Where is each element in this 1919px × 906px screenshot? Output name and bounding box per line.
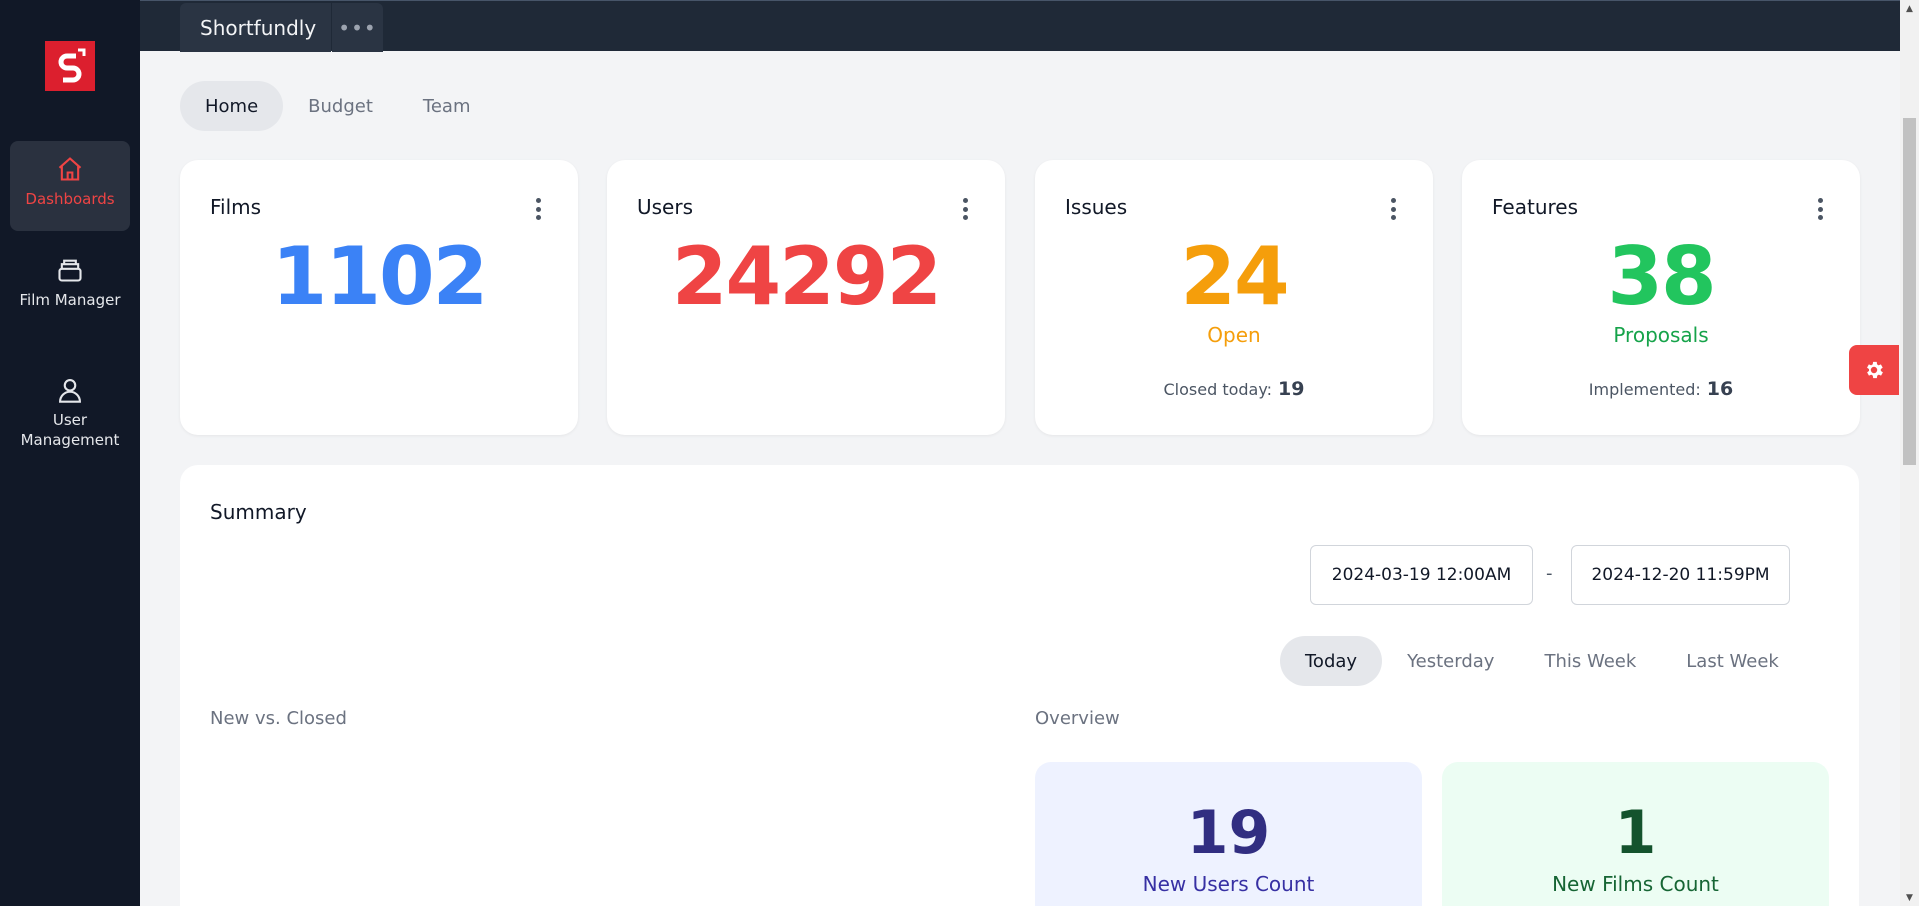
card-menu-button[interactable]: [528, 196, 548, 222]
new-users-card: 19 New Users Count: [1035, 762, 1422, 906]
brand-logo[interactable]: [45, 41, 95, 91]
sidebar: Dashboards Film Manager User Management: [0, 0, 140, 906]
sidebar-item-label: Film Manager: [19, 291, 121, 309]
user-icon: [59, 379, 81, 403]
page-tabs: Home Budget Team: [180, 81, 495, 131]
card-title: Users: [637, 195, 694, 219]
proposals-label: Proposals: [1613, 323, 1709, 347]
closed-today-label: Closed today:: [1163, 380, 1273, 399]
start-date-input[interactable]: 2024-03-19 12:00AM: [1310, 545, 1533, 605]
scroll-up-arrow-icon[interactable]: ▲: [1900, 0, 1919, 17]
dot-icon: [1817, 206, 1823, 212]
more-options-button[interactable]: •••: [332, 3, 383, 52]
card-menu-button[interactable]: [1383, 196, 1403, 222]
page-scrollbar[interactable]: ▲ ▼: [1900, 0, 1919, 906]
archive-box-icon: [58, 259, 82, 282]
issues-open-label: Open: [1207, 323, 1261, 347]
brand-logo-icon: [45, 41, 95, 91]
tab-home[interactable]: Home: [180, 81, 284, 131]
films-count: 1102: [271, 230, 489, 323]
implemented-label: Implemented:: [1588, 380, 1701, 399]
card-title: Features: [1492, 195, 1578, 219]
features-count: 38: [1607, 230, 1716, 323]
settings-button[interactable]: [1849, 345, 1899, 395]
dot-icon: [1390, 215, 1396, 220]
dot-icon: [1390, 206, 1396, 212]
dot-icon: [535, 198, 541, 203]
sidebar-item-label: User Management: [20, 411, 120, 449]
dot-icon: [962, 206, 968, 212]
range-this-week[interactable]: This Week: [1519, 636, 1661, 686]
issues-count: 24: [1180, 230, 1289, 323]
tab-budget[interactable]: Budget: [283, 81, 398, 131]
card-title: Issues: [1065, 195, 1128, 219]
dot-icon: [1817, 198, 1823, 203]
range-today[interactable]: Today: [1280, 636, 1383, 686]
closed-today-value: 19: [1278, 378, 1305, 400]
implemented-row: Implemented: 16: [1462, 378, 1860, 400]
scroll-thumb[interactable]: [1903, 118, 1916, 465]
range-last-week[interactable]: Last Week: [1661, 636, 1804, 686]
sidebar-item-film-manager[interactable]: Film Manager: [10, 250, 130, 350]
dot-icon: [962, 198, 968, 203]
users-count: 24292: [671, 230, 942, 323]
dot-icon: [1390, 198, 1396, 203]
scroll-down-arrow-icon[interactable]: ▼: [1900, 889, 1919, 906]
dot-icon: [962, 215, 968, 220]
implemented-value: 16: [1706, 378, 1734, 400]
top-bar: Shortfundly •••: [140, 0, 1900, 52]
range-tabs: Today Yesterday This Week Last Week: [1280, 636, 1804, 686]
tab-team[interactable]: Team: [398, 81, 496, 131]
dot-icon: [1817, 215, 1823, 220]
card-menu-button[interactable]: [1810, 196, 1830, 222]
date-separator: -: [1546, 563, 1553, 584]
sidebar-item-label: Dashboards: [25, 190, 115, 208]
card-title: Films: [210, 195, 262, 219]
sidebar-item-dashboards[interactable]: Dashboards: [10, 141, 130, 231]
new-vs-closed-label: New vs. Closed: [210, 708, 347, 729]
summary-title: Summary: [210, 500, 307, 524]
new-films-value: 1: [1614, 798, 1657, 868]
sidebar-item-user-management[interactable]: User Management: [10, 370, 130, 470]
summary-panel: Summary 2024-03-19 12:00AM - 2024-12-20 …: [180, 465, 1859, 906]
overview-label: Overview: [1035, 708, 1120, 729]
dot-icon: [535, 215, 541, 220]
new-films-label: New Films Count: [1552, 872, 1719, 896]
home-icon: [58, 157, 82, 181]
gear-icon: [1867, 361, 1883, 379]
new-users-label: New Users Count: [1142, 872, 1315, 896]
new-users-value: 19: [1186, 798, 1271, 868]
closed-today-row: Closed today: 19: [1035, 378, 1433, 400]
card-menu-button[interactable]: [955, 196, 975, 222]
dot-icon: [535, 206, 541, 212]
issues-card: Issues 24 Open Closed today: 19: [1035, 160, 1433, 435]
app-tab[interactable]: Shortfundly: [180, 3, 331, 52]
end-date-input[interactable]: 2024-12-20 11:59PM: [1571, 545, 1790, 605]
features-card: Features 38 Proposals Implemented: 16: [1462, 160, 1860, 435]
users-card: Users 24292: [607, 160, 1005, 435]
new-films-card: 1 New Films Count: [1442, 762, 1829, 906]
ellipsis-icon: •••: [338, 15, 377, 40]
films-card: Films 1102: [180, 160, 578, 435]
range-yesterday[interactable]: Yesterday: [1382, 636, 1519, 686]
